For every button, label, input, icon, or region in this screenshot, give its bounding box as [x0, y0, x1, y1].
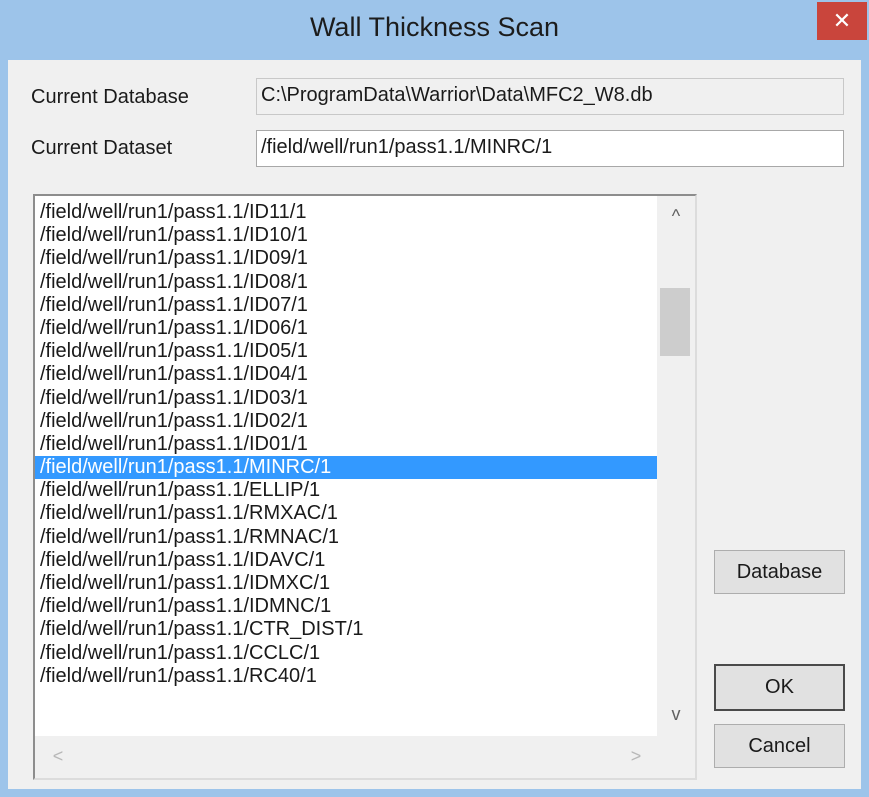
- list-item[interactable]: /field/well/run1/pass1.1/ID10/1: [35, 224, 657, 247]
- list-item[interactable]: /field/well/run1/pass1.1/IDMXC/1: [35, 572, 657, 595]
- ok-button[interactable]: OK: [714, 664, 845, 711]
- vertical-scrollbar[interactable]: ^ v: [657, 196, 695, 736]
- list-item[interactable]: /field/well/run1/pass1.1/ID02/1: [35, 410, 657, 433]
- current-dataset-label: Current Dataset: [31, 137, 173, 159]
- current-database-label: Current Database: [31, 86, 189, 108]
- scroll-down-icon[interactable]: v: [657, 704, 695, 725]
- vertical-scroll-thumb[interactable]: [660, 288, 690, 356]
- list-item[interactable]: /field/well/run1/pass1.1/CCLC/1: [35, 642, 657, 665]
- cancel-button[interactable]: Cancel: [714, 724, 845, 768]
- dialog-client-area: Current Database C:\ProgramData\Warrior\…: [8, 60, 861, 789]
- list-item[interactable]: /field/well/run1/pass1.1/ID04/1: [35, 363, 657, 386]
- dataset-listbox[interactable]: /field/well/run1/pass1.1/ID11/1/field/we…: [33, 194, 697, 780]
- scroll-right-icon[interactable]: >: [617, 746, 655, 767]
- list-item[interactable]: /field/well/run1/pass1.1/CTR_DIST/1: [35, 618, 657, 641]
- list-item-selected[interactable]: /field/well/run1/pass1.1/MINRC/1: [35, 456, 657, 480]
- current-dataset-field[interactable]: /field/well/run1/pass1.1/MINRC/1: [256, 130, 844, 167]
- list-item[interactable]: /field/well/run1/pass1.1/ELLIP/1: [35, 479, 657, 502]
- list-item[interactable]: /field/well/run1/pass1.1/RMXAC/1: [35, 502, 657, 525]
- list-item[interactable]: /field/well/run1/pass1.1/IDMNC/1: [35, 595, 657, 618]
- list-item[interactable]: /field/well/run1/pass1.1/ID08/1: [35, 271, 657, 294]
- title-bar[interactable]: Wall Thickness Scan ✕: [0, 0, 869, 60]
- list-item[interactable]: /field/well/run1/pass1.1/ID03/1: [35, 387, 657, 410]
- list-item[interactable]: /field/well/run1/pass1.1/ID05/1: [35, 340, 657, 363]
- close-button[interactable]: ✕: [817, 2, 867, 40]
- list-item[interactable]: /field/well/run1/pass1.1/IDAVC/1: [35, 549, 657, 572]
- dataset-list: /field/well/run1/pass1.1/ID11/1/field/we…: [35, 201, 657, 688]
- horizontal-scrollbar[interactable]: < >: [35, 736, 695, 778]
- list-item[interactable]: /field/well/run1/pass1.1/RC40/1: [35, 665, 657, 688]
- scroll-up-icon[interactable]: ^: [657, 206, 695, 227]
- list-item[interactable]: /field/well/run1/pass1.1/ID06/1: [35, 317, 657, 340]
- dialog-window: Wall Thickness Scan ✕ Current Database C…: [0, 0, 869, 797]
- close-icon: ✕: [832, 8, 852, 33]
- scroll-left-icon[interactable]: <: [39, 746, 77, 767]
- dialog-title: Wall Thickness Scan: [309, 12, 560, 42]
- list-item[interactable]: /field/well/run1/pass1.1/ID01/1: [35, 433, 657, 456]
- list-item[interactable]: /field/well/run1/pass1.1/ID07/1: [35, 294, 657, 317]
- list-item[interactable]: /field/well/run1/pass1.1/ID11/1: [35, 201, 657, 224]
- database-button[interactable]: Database: [714, 550, 845, 594]
- current-database-field: C:\ProgramData\Warrior\Data\MFC2_W8.db: [256, 78, 844, 115]
- list-item[interactable]: /field/well/run1/pass1.1/RMNAC/1: [35, 526, 657, 549]
- list-item[interactable]: /field/well/run1/pass1.1/ID09/1: [35, 247, 657, 270]
